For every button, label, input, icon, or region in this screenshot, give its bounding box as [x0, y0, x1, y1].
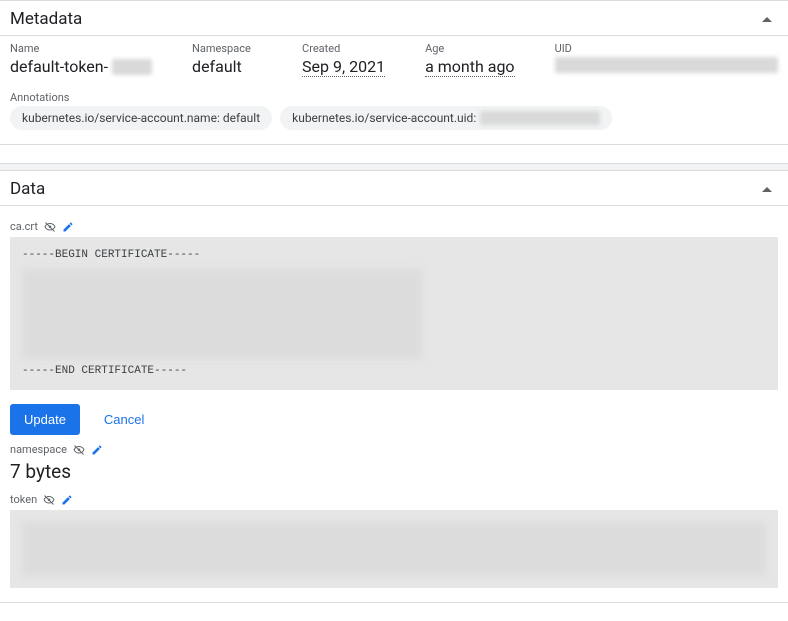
redacted-text [22, 269, 422, 359]
metadata-fields-row: Name default-token- Namespace default Cr… [10, 42, 778, 77]
field-uid: UID [555, 42, 778, 77]
redacted-text [22, 522, 766, 576]
field-annotations: Annotations kubernetes.io/service-accoun… [10, 91, 778, 130]
data-header[interactable]: Data [0, 171, 788, 206]
data-key-label: namespace [10, 443, 67, 456]
name-value: default-token- [10, 57, 152, 76]
data-key-namespace: namespace [10, 443, 778, 456]
data-card: Data ca.crt -----BEGIN CERTIFICATE----- … [0, 171, 788, 603]
update-button[interactable]: Update [10, 404, 80, 435]
created-value: Sep 9, 2021 [302, 57, 385, 77]
token-code-block[interactable] [10, 510, 778, 588]
data-key-token: token [10, 493, 778, 506]
annotation-chip[interactable]: kubernetes.io/service-account.name: defa… [10, 106, 272, 130]
metadata-card: Metadata Name default-token- Namespace d… [0, 0, 788, 145]
redacted-text [112, 59, 152, 75]
annotations-label: Annotations [10, 91, 778, 104]
field-namespace: Namespace default [192, 42, 262, 77]
data-title: Data [10, 179, 45, 199]
eye-hide-icon[interactable] [73, 444, 85, 456]
field-age: Age a month ago [425, 42, 515, 77]
data-key-cacrt: ca.crt [10, 220, 778, 233]
age-value: a month ago [425, 57, 515, 77]
name-label: Name [10, 42, 152, 55]
redacted-text [555, 57, 778, 73]
namespace-bytes-value: 7 bytes [10, 460, 778, 483]
metadata-title: Metadata [10, 9, 82, 29]
cacrt-code-block[interactable]: -----BEGIN CERTIFICATE----- -----END CER… [10, 237, 778, 390]
pencil-icon[interactable] [91, 444, 103, 456]
redacted-text [480, 111, 600, 125]
data-key-label: token [10, 493, 37, 506]
created-label: Created [302, 42, 385, 55]
data-key-label: ca.crt [10, 220, 38, 233]
cancel-button[interactable]: Cancel [98, 411, 150, 428]
uid-label: UID [555, 42, 778, 55]
field-name: Name default-token- [10, 42, 152, 77]
annotation-chip[interactable]: kubernetes.io/service-account.uid: [280, 106, 612, 130]
field-created: Created Sep 9, 2021 [302, 42, 385, 77]
cacrt-actions: Update Cancel [10, 404, 778, 435]
age-label: Age [425, 42, 515, 55]
collapse-up-icon[interactable] [762, 187, 772, 192]
uid-value [555, 57, 778, 73]
data-body: ca.crt -----BEGIN CERTIFICATE----- -----… [0, 206, 788, 602]
eye-hide-icon[interactable] [43, 494, 55, 506]
namespace-label: Namespace [192, 42, 262, 55]
collapse-up-icon[interactable] [762, 17, 772, 22]
section-divider [0, 163, 788, 171]
namespace-value: default [192, 57, 262, 76]
pencil-icon[interactable] [61, 494, 73, 506]
eye-hide-icon[interactable] [44, 221, 56, 233]
pencil-icon[interactable] [62, 221, 74, 233]
metadata-body: Name default-token- Namespace default Cr… [0, 36, 788, 144]
metadata-header[interactable]: Metadata [0, 1, 788, 36]
annotations-chips: kubernetes.io/service-account.name: defa… [10, 106, 778, 130]
